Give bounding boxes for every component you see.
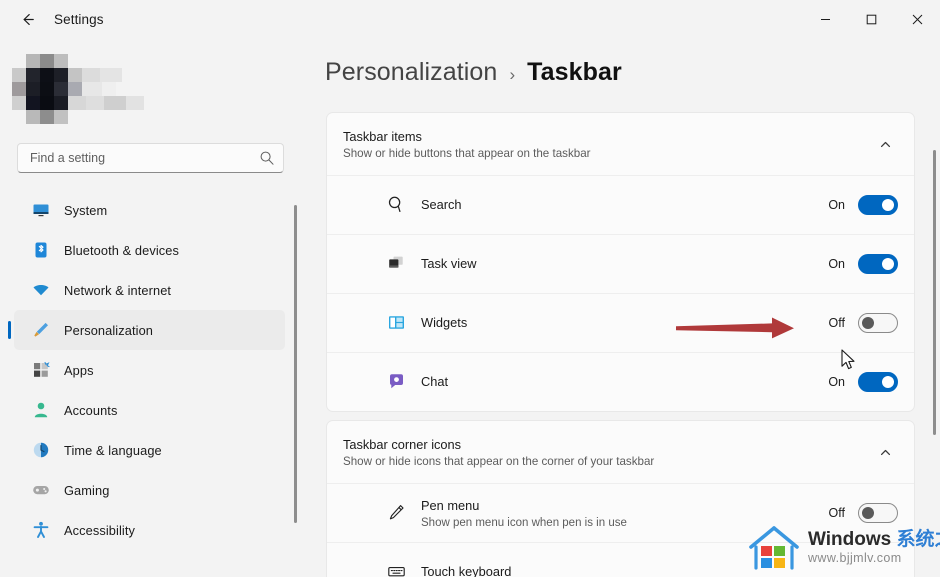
setting-label: Search: [421, 197, 462, 212]
sidebar-item-label: Bluetooth & devices: [64, 242, 180, 258]
sidebar: System Bluetooth & devices Network: [0, 38, 305, 577]
search-icon: [387, 195, 407, 215]
sidebar-item-label: Personalization: [64, 322, 153, 338]
sidebar-item-label: Network & internet: [64, 282, 172, 298]
page-title: Taskbar: [527, 58, 622, 86]
setting-row-chat[interactable]: Chat On: [327, 352, 914, 411]
accessibility-icon: [32, 521, 50, 539]
toggle-state-label: Off: [828, 506, 845, 520]
keyboard-icon: [387, 562, 407, 577]
sidebar-item-personalization[interactable]: Personalization: [8, 310, 285, 350]
section-subtitle: Show or hide buttons that appear on the …: [343, 146, 591, 160]
settings-search[interactable]: [17, 143, 284, 173]
sidebar-item-accessibility[interactable]: Accessibility: [14, 510, 285, 550]
search-input[interactable]: [30, 151, 259, 165]
main-scrollbar[interactable]: [933, 150, 936, 480]
gamepad-icon: [32, 481, 50, 499]
task-view-icon: [387, 254, 407, 274]
task-view-toggle[interactable]: [858, 254, 898, 274]
title-bar: Settings: [0, 0, 940, 38]
sidebar-item-network-internet[interactable]: Network & internet: [14, 270, 285, 310]
sidebar-item-label: Apps: [64, 362, 94, 378]
section-subtitle: Show or hide icons that appear on the co…: [343, 454, 655, 468]
maximize-button[interactable]: [848, 0, 894, 38]
wifi-icon: [32, 281, 50, 299]
section-taskbar-items: Taskbar items Show or hide buttons that …: [326, 112, 915, 412]
user-profile-blurred: [12, 54, 192, 126]
breadcrumb-separator-icon: ›: [509, 65, 516, 84]
chat-icon: [387, 372, 407, 392]
main-content: Personalization › Taskbar Taskbar items …: [305, 38, 940, 577]
sidebar-item-gaming[interactable]: Gaming: [14, 470, 285, 510]
sidebar-nav: System Bluetooth & devices Network & int…: [0, 190, 305, 550]
chevron-up-icon[interactable]: [872, 439, 898, 465]
paintbrush-icon: [32, 321, 50, 339]
section-taskbar-corner-icons: Taskbar corner icons Show or hide icons …: [326, 420, 915, 577]
toggle-state-label: On: [828, 257, 845, 271]
search-icon: [259, 150, 275, 166]
setting-label: Widgets: [421, 315, 468, 330]
section-title: Taskbar items: [343, 128, 422, 144]
toggle-state-label: Off: [828, 316, 845, 330]
sidebar-item-label: Gaming: [64, 482, 110, 498]
person-icon: [32, 401, 50, 419]
setting-row-touch-keyboard[interactable]: Touch keyboard: [327, 542, 914, 577]
sidebar-scrollbar-thumb[interactable]: [294, 205, 297, 523]
sidebar-item-label: Time & language: [64, 442, 162, 458]
widgets-icon: [387, 313, 407, 333]
breadcrumb-parent-link[interactable]: Personalization: [325, 58, 497, 87]
main-scrollbar-thumb[interactable]: [933, 150, 936, 435]
back-button[interactable]: [10, 4, 44, 34]
minimize-button[interactable]: [802, 0, 848, 38]
chevron-up-icon[interactable]: [872, 131, 898, 157]
sidebar-item-time-language[interactable]: Time & language: [14, 430, 285, 470]
setting-label: Touch keyboard: [421, 564, 512, 577]
caption-buttons: [802, 0, 940, 38]
sidebar-scrollbar[interactable]: [294, 205, 297, 560]
apps-grid-icon: [32, 361, 50, 379]
setting-row-widgets[interactable]: Widgets Off: [327, 293, 914, 352]
setting-label: Chat: [421, 374, 449, 389]
setting-label: Pen menu: [421, 498, 480, 513]
monitor-icon: [32, 201, 50, 219]
section-title: Taskbar corner icons: [343, 436, 462, 452]
close-button[interactable]: [894, 0, 940, 38]
toggle-state-label: On: [828, 198, 845, 212]
section-header-taskbar-items[interactable]: Taskbar items Show or hide buttons that …: [327, 113, 914, 175]
clock-icon: [32, 441, 50, 459]
widgets-toggle[interactable]: [858, 313, 898, 333]
setting-label: Task view: [421, 256, 477, 271]
chat-toggle[interactable]: [858, 372, 898, 392]
setting-row-task-view[interactable]: Task view On: [327, 234, 914, 293]
search-toggle[interactable]: [858, 195, 898, 215]
setting-sublabel: Show pen menu icon when pen is in use: [421, 517, 627, 529]
sidebar-item-apps[interactable]: Apps: [14, 350, 285, 390]
sidebar-item-label: System: [64, 202, 108, 218]
pen-menu-toggle[interactable]: [858, 503, 898, 523]
breadcrumb: Personalization › Taskbar: [325, 58, 622, 87]
sidebar-item-system[interactable]: System: [14, 190, 285, 230]
window-title: Settings: [54, 11, 104, 27]
section-header-taskbar-corner-icons[interactable]: Taskbar corner icons Show or hide icons …: [327, 421, 914, 483]
sidebar-item-label: Accessibility: [64, 522, 135, 538]
sidebar-item-bluetooth-devices[interactable]: Bluetooth & devices: [14, 230, 285, 270]
settings-window: Settings Find a setting System Bluetooth…: [0, 0, 940, 577]
back-arrow-icon: [19, 11, 36, 28]
sidebar-item-accounts[interactable]: Accounts: [14, 390, 285, 430]
setting-row-pen-menu[interactable]: Pen menu Show pen menu icon when pen is …: [327, 483, 914, 542]
setting-row-search[interactable]: Search On: [327, 175, 914, 234]
bluetooth-icon: [32, 241, 50, 259]
toggle-state-label: On: [828, 375, 845, 389]
pen-icon: [387, 503, 407, 523]
sidebar-item-label: Accounts: [64, 402, 118, 418]
